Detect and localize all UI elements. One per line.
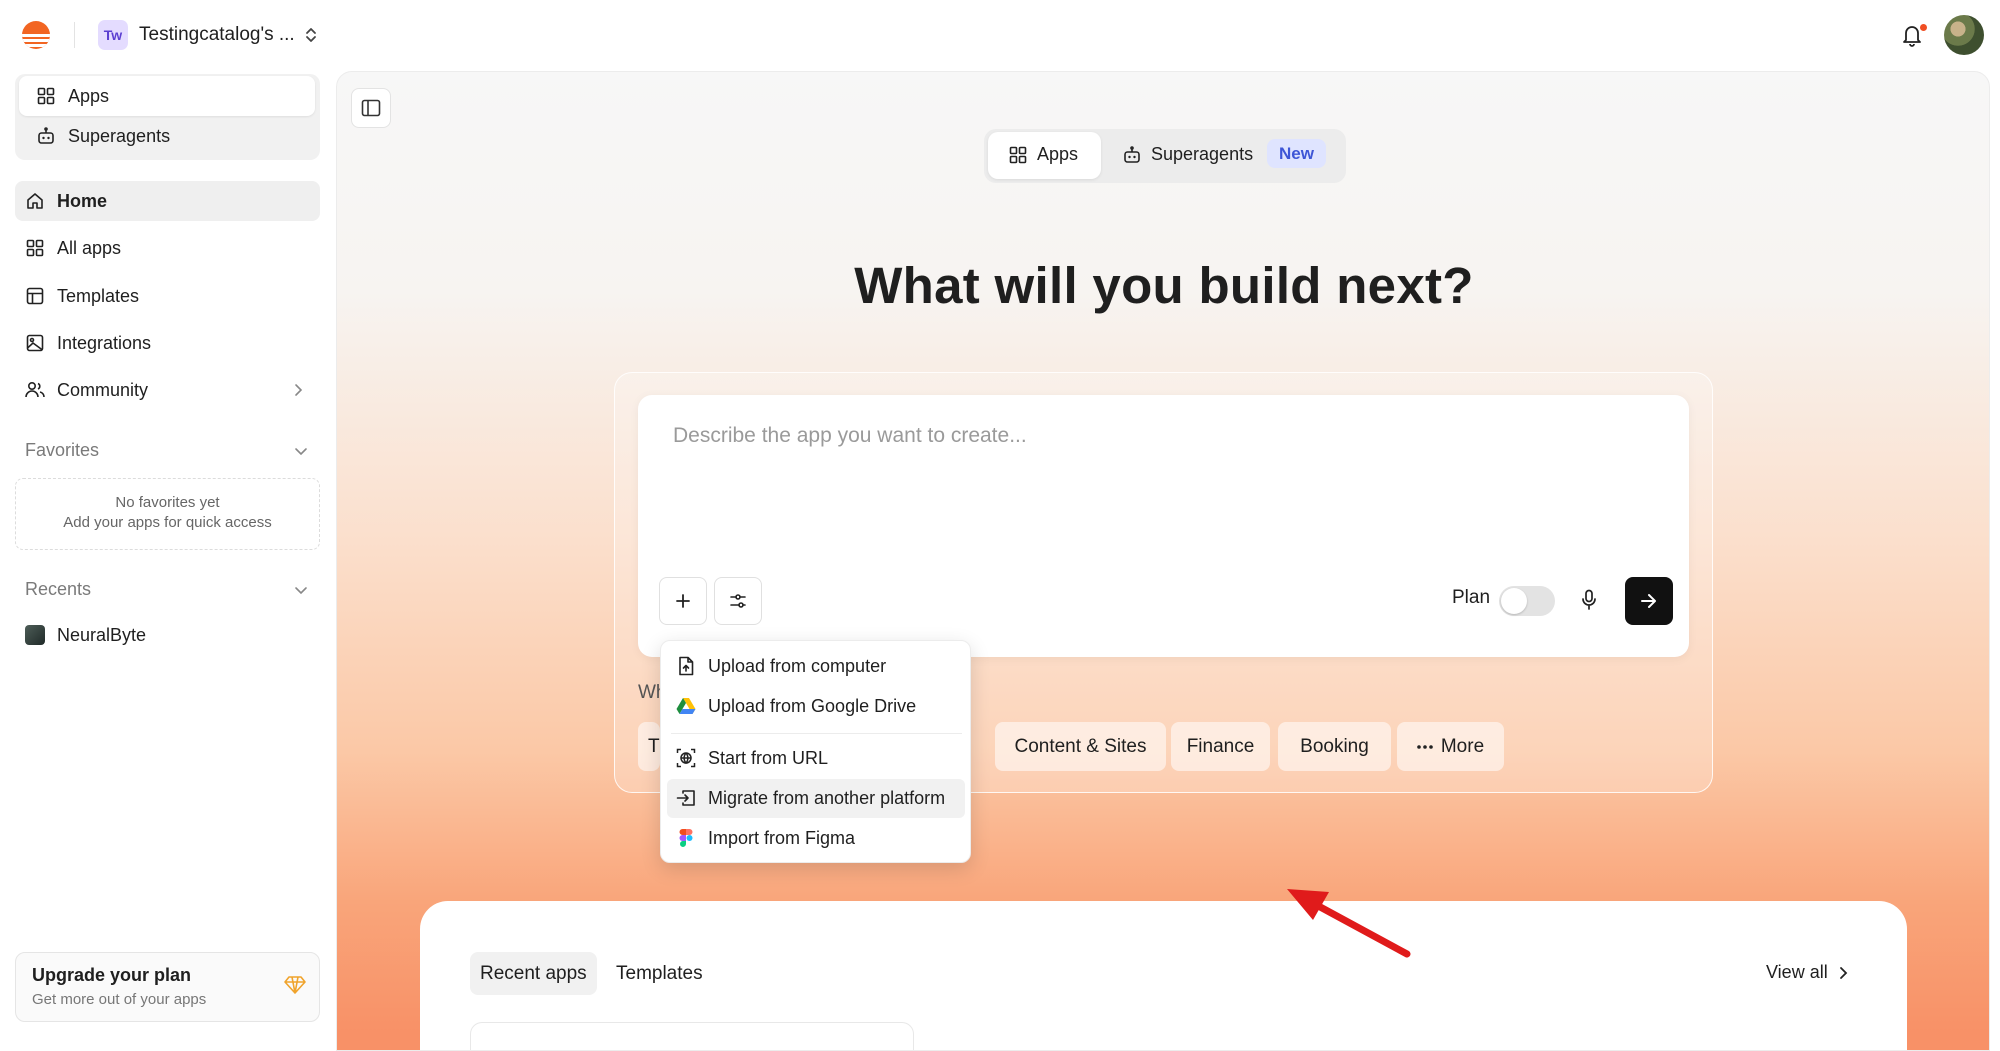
home-icon: [25, 191, 45, 211]
chip-label: More: [1440, 735, 1485, 757]
plus-icon: [675, 593, 691, 609]
tab-recent-apps[interactable]: Recent apps: [470, 952, 597, 995]
panel-left-icon: [361, 99, 381, 117]
page-title: What will you build next?: [854, 257, 1474, 314]
sidebar-mode-label: Superagents: [68, 125, 171, 146]
favorites-empty-state: No favorites yet Add your apps for quick…: [15, 478, 320, 550]
sidebar-item-label: All apps: [57, 237, 122, 258]
chevron-updown-icon[interactable]: [303, 25, 319, 45]
sidebar-item-label: Community: [57, 379, 149, 400]
plan-toggle-knob: [1501, 588, 1527, 614]
settings-button[interactable]: [714, 577, 762, 625]
layout-icon: [25, 286, 45, 306]
sidebar-toggle-button[interactable]: [351, 88, 391, 128]
robot-icon: [1123, 145, 1141, 164]
menu-item-upload-google-drive[interactable]: Upload from Google Drive: [661, 687, 972, 725]
menu-item-start-from-url[interactable]: Start from URL: [661, 739, 972, 777]
microphone-icon[interactable]: [1581, 589, 1597, 611]
globe-scan-icon: [676, 748, 696, 768]
favorites-empty-title: No favorites yet: [115, 494, 220, 511]
upgrade-subtitle: Get more out of your apps: [32, 991, 207, 1008]
recent-item-label: NeuralByte: [57, 624, 147, 645]
sidebar-item-community[interactable]: Community: [25, 371, 148, 409]
grid-icon: [25, 238, 45, 258]
menu-item-import-figma[interactable]: Import from Figma: [661, 819, 972, 857]
app-icon: [25, 625, 45, 645]
menu-divider: [671, 733, 962, 734]
top-bar: Tw Testingcatalog's ...: [0, 0, 2000, 70]
upgrade-plan-card[interactable]: Upgrade your plan Get more out of your a…: [15, 952, 320, 1022]
menu-item-upload-computer[interactable]: Upload from computer: [661, 647, 972, 685]
plan-label: Plan: [1452, 587, 1491, 608]
user-avatar[interactable]: [1944, 15, 1984, 55]
users-icon: [25, 380, 45, 400]
app-card[interactable]: [470, 1022, 914, 1050]
sliders-icon: [729, 593, 747, 609]
recent-item-neuralbyte[interactable]: NeuralByte: [25, 616, 146, 654]
chevron-down-icon[interactable]: [294, 585, 308, 595]
chip-content-sites[interactable]: Content & Sites: [995, 722, 1166, 771]
grid-icon: [1009, 146, 1027, 164]
view-all-label: View all: [1766, 962, 1828, 982]
view-all-link[interactable]: View all: [1766, 962, 1848, 983]
workspace-avatar[interactable]: Tw: [98, 20, 128, 50]
tab-templates[interactable]: Templates: [616, 952, 703, 995]
tab-label: Apps: [1037, 144, 1079, 164]
chip[interactable]: T: [638, 722, 660, 771]
grid-icon: [36, 86, 56, 106]
tab-label: Superagents: [1151, 144, 1254, 164]
chevron-right-icon: [1838, 966, 1848, 980]
new-badge: New: [1267, 139, 1326, 168]
tab-apps[interactable]: Apps: [1009, 144, 1078, 165]
send-button[interactable]: [1625, 577, 1673, 625]
sidebar-item-label: Integrations: [57, 332, 152, 353]
image-icon: [25, 333, 45, 353]
recents-heading: Recents: [25, 579, 92, 599]
sidebar-item-label: Templates: [57, 285, 140, 306]
figma-icon: [676, 828, 696, 848]
menu-item-label: Upload from Google Drive: [708, 695, 917, 716]
chip-booking[interactable]: Booking: [1278, 722, 1391, 771]
favorites-empty-subtitle: Add your apps for quick access: [63, 514, 272, 531]
file-upload-icon: [676, 656, 696, 676]
menu-item-label: Start from URL: [708, 747, 829, 768]
chip-more[interactable]: More: [1397, 722, 1504, 771]
attach-menu: Upload from computer Upload from Google …: [660, 640, 971, 863]
favorites-heading: Favorites: [25, 440, 100, 460]
chevron-down-icon[interactable]: [294, 446, 308, 456]
robot-icon: [36, 126, 56, 146]
sidebar-item-integrations[interactable]: Integrations: [25, 324, 151, 362]
notification-dot: [1919, 23, 1928, 32]
tab-superagents[interactable]: Superagents: [1123, 144, 1253, 165]
divider: [74, 22, 75, 48]
menu-item-label: Import from Figma: [708, 827, 856, 848]
sidebar-item-home[interactable]: Home: [25, 182, 107, 220]
arrow-right-icon: [1640, 593, 1658, 609]
main-panel: Apps Superagents New What will you build…: [336, 71, 1990, 1051]
chip-finance[interactable]: Finance: [1171, 722, 1270, 771]
sidebar: Apps Superagents Home All apps Templates…: [0, 70, 334, 1031]
prompt-input[interactable]: Describe the app you want to create...: [673, 424, 1027, 448]
menu-item-label: Upload from computer: [708, 655, 887, 676]
brand-logo-icon[interactable]: [22, 21, 50, 49]
sidebar-mode-apps[interactable]: Apps: [36, 77, 109, 115]
gem-icon: [284, 975, 306, 995]
menu-item-migrate-platform[interactable]: Migrate from another platform: [661, 779, 972, 817]
google-drive-icon: [676, 696, 696, 716]
add-attachment-button[interactable]: [659, 577, 707, 625]
workspace-name[interactable]: Testingcatalog's ...: [139, 24, 295, 46]
sidebar-mode-superagents[interactable]: Superagents: [36, 117, 170, 155]
sidebar-item-label: Home: [57, 190, 108, 211]
annotation-arrow-icon: [1277, 882, 1417, 962]
upgrade-title: Upgrade your plan: [32, 965, 192, 985]
chevron-right-icon[interactable]: [293, 383, 303, 397]
sidebar-mode-label: Apps: [68, 85, 110, 106]
menu-item-label: Migrate from another platform: [708, 787, 946, 808]
dots-icon: [1417, 744, 1433, 749]
sidebar-item-templates[interactable]: Templates: [25, 277, 139, 315]
sidebar-item-all-apps[interactable]: All apps: [25, 229, 121, 267]
migrate-icon: [676, 788, 696, 808]
